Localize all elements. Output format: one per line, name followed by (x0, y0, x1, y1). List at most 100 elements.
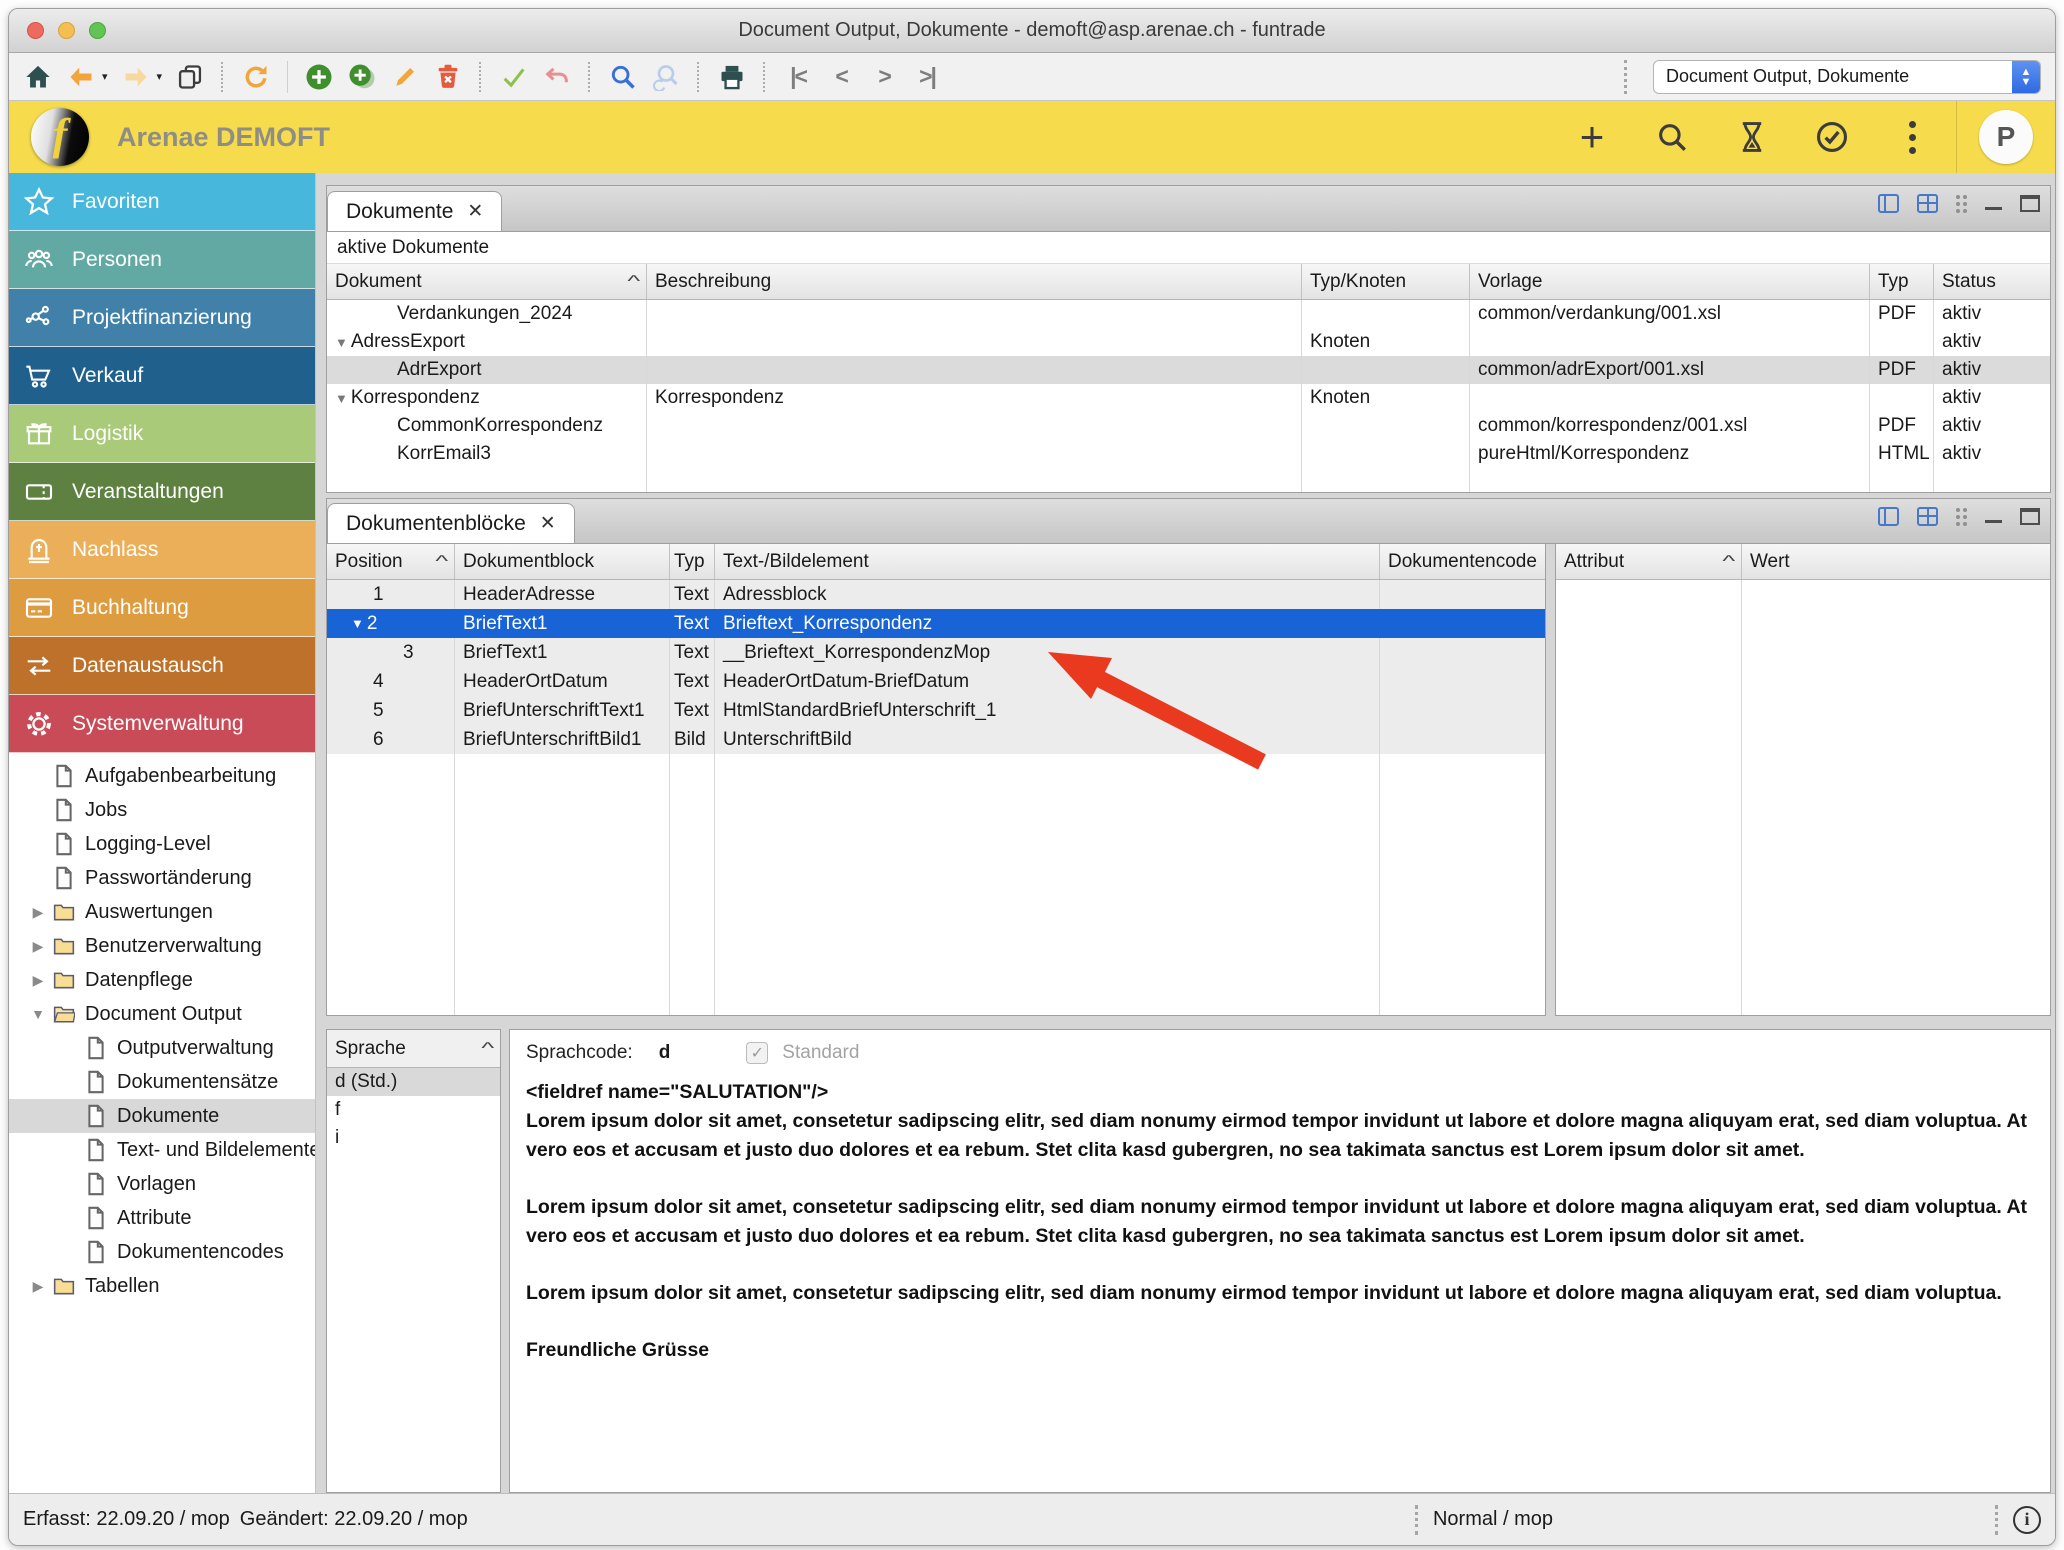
column-header-dokumentblock[interactable]: Dokumentblock (455, 544, 670, 579)
minimize-panel-icon[interactable] (1985, 207, 2002, 210)
expand-icon[interactable] (25, 1278, 51, 1295)
tree-item-vorlagen[interactable]: Vorlagen (9, 1167, 315, 1201)
edit-icon[interactable] (390, 62, 420, 92)
table-row[interactable]: 1HeaderAdresseTextAdressblock (327, 580, 1545, 609)
column-header-beschreibung[interactable]: Beschreibung (647, 264, 1302, 299)
sidebar-item-systemverwaltung[interactable]: Systemverwaltung (9, 695, 315, 753)
zoom-window-button[interactable] (89, 22, 106, 39)
table-row[interactable]: ▼KorrespondenzKorrespondenzKnotenaktiv (327, 384, 2050, 412)
tree-item-text-und-bildelemente[interactable]: Text- und Bildelemente (9, 1133, 315, 1167)
sidebar-item-veranstaltungen[interactable]: Veranstaltungen (9, 463, 315, 521)
standard-checkbox[interactable] (746, 1042, 768, 1064)
tab-dokumentenbloecke[interactable]: Dokumentenblöcke ✕ (327, 503, 575, 543)
sidebar-item-nachlass[interactable]: Nachlass (9, 521, 315, 579)
grid-pane-icon[interactable] (1917, 194, 1938, 213)
close-window-button[interactable] (27, 22, 44, 39)
undo-icon[interactable] (542, 62, 572, 92)
close-icon[interactable]: ✕ (540, 512, 556, 535)
sidebar-item-personen[interactable]: Personen (9, 231, 315, 289)
user-avatar[interactable]: P (1979, 110, 2033, 164)
confirm-icon[interactable] (499, 62, 529, 92)
column-header-vorlage[interactable]: Vorlage (1470, 264, 1870, 299)
appbar-search-icon[interactable] (1654, 119, 1690, 155)
table-row[interactable]: KorrEmail3pureHtml/KorrespondenzHTMLakti… (327, 440, 2050, 468)
delete-icon[interactable] (433, 62, 463, 92)
tree-item-document-output[interactable]: Document Output (9, 997, 315, 1031)
letter-text[interactable]: <fieldref name="SALUTATION"/> Lorem ipsu… (526, 1078, 2034, 1365)
grid-pane-icon[interactable] (1917, 507, 1938, 526)
statusbar-drag-handle[interactable] (1415, 1505, 1421, 1535)
last-record-icon[interactable]: >| (912, 62, 942, 92)
table-row[interactable]: CommonKorrespondenzcommon/korrespondenz/… (327, 412, 2050, 440)
close-icon[interactable]: ✕ (467, 200, 483, 223)
print-icon[interactable] (717, 62, 747, 92)
tree-item-logging-level[interactable]: Logging-Level (9, 827, 315, 861)
collapse-icon[interactable] (25, 1006, 51, 1022)
statusbar-drag-handle[interactable] (1995, 1505, 2001, 1535)
sidebar-item-projektfinanzierung[interactable]: Projektfinanzierung (9, 289, 315, 347)
table-row-selected[interactable]: ▼2BriefText1TextBrieftext_Korrespondenz (327, 609, 1545, 638)
column-header-dokumentencode[interactable]: Dokumentencode (1380, 544, 1545, 579)
select-stepper-icon[interactable]: ▲▼ (2012, 61, 2040, 93)
copy-icon[interactable] (175, 62, 205, 92)
expand-icon[interactable] (25, 972, 51, 989)
column-header-position[interactable]: Position^ (327, 544, 455, 579)
expand-icon[interactable] (25, 904, 51, 921)
table-row[interactable]: 5BriefUnterschriftText1TextHtmlStandardB… (327, 696, 1545, 725)
sidebar-item-favoriten[interactable]: Favoriten (9, 173, 315, 231)
forward-icon[interactable] (121, 62, 151, 92)
perspective-select[interactable]: Document Output, Dokumente ▲▼ (1653, 60, 2041, 94)
tree-item-attribute[interactable]: Attribute (9, 1201, 315, 1235)
search-again-icon[interactable] (651, 62, 681, 92)
duplicate-icon[interactable] (347, 62, 377, 92)
column-header-typ[interactable]: Typ (670, 544, 715, 579)
column-header-status[interactable]: Status (1934, 264, 2050, 299)
table-row[interactable]: 4HeaderOrtDatumTextHeaderOrtDatum-BriefD… (327, 667, 1545, 696)
collapse-icon[interactable]: ▼ (351, 616, 364, 631)
panel-options-icon[interactable] (1956, 195, 1967, 213)
table-row[interactable]: 3BriefText1Text__Brieftext_Korrespondenz… (327, 638, 1545, 667)
refresh-icon[interactable] (241, 62, 271, 92)
collapse-icon[interactable]: ▼ (335, 391, 348, 406)
language-row[interactable]: f (327, 1096, 500, 1124)
sidebar-item-datenaustausch[interactable]: Datenaustausch (9, 637, 315, 695)
language-row[interactable]: i (327, 1124, 500, 1152)
panel-splitter[interactable] (501, 1029, 509, 1493)
split-pane-icon[interactable] (1878, 194, 1899, 213)
tree-item-benutzerverwaltung[interactable]: Benutzerverwaltung (9, 929, 315, 963)
back-icon[interactable] (66, 62, 96, 92)
tree-item-tabellen[interactable]: Tabellen (9, 1269, 315, 1303)
first-record-icon[interactable]: |< (783, 62, 813, 92)
sidebar-item-verkauf[interactable]: Verkauf (9, 347, 315, 405)
more-options-icon[interactable] (1894, 119, 1930, 155)
collapse-icon[interactable]: ▼ (335, 335, 348, 350)
tree-item-passwortaenderung[interactable]: Passwortänderung (9, 861, 315, 895)
add-icon[interactable] (304, 62, 334, 92)
previous-record-icon[interactable]: < (826, 62, 856, 92)
tab-dokumente[interactable]: Dokumente ✕ (327, 191, 502, 231)
tree-item-dokumente[interactable]: Dokumente (9, 1099, 315, 1133)
appbar-add-icon[interactable]: + (1574, 119, 1610, 155)
tree-item-datenpflege[interactable]: Datenpflege (9, 963, 315, 997)
info-icon[interactable]: i (2013, 1506, 2041, 1534)
next-record-icon[interactable]: > (869, 62, 899, 92)
column-header-element[interactable]: Text-/Bildelement (715, 544, 1380, 579)
expand-icon[interactable] (25, 938, 51, 955)
table-row[interactable]: 6BriefUnterschriftBild1BildUnterschriftB… (327, 725, 1545, 754)
column-header-typ-knoten[interactable]: Typ/Knoten (1302, 264, 1470, 299)
table-row[interactable]: Verdankungen_2024common/verdankung/001.x… (327, 300, 2050, 328)
tree-item-outputverwaltung[interactable]: Outputverwaltung (9, 1031, 315, 1065)
minimize-window-button[interactable] (58, 22, 75, 39)
tree-item-dokumentencodes[interactable]: Dokumentencodes (9, 1235, 315, 1269)
column-header-wert[interactable]: Wert (1742, 544, 2050, 579)
home-icon[interactable] (23, 62, 53, 92)
tree-item-jobs[interactable]: Jobs (9, 793, 315, 827)
sidebar-item-buchhaltung[interactable]: Buchhaltung (9, 579, 315, 637)
table-row-selected[interactable]: AdrExportcommon/adrExport/001.xslPDFakti… (327, 356, 2050, 384)
column-header-attribut[interactable]: Attribut^ (1556, 544, 1742, 579)
tree-item-auswertungen[interactable]: Auswertungen (9, 895, 315, 929)
check-circle-icon[interactable] (1814, 119, 1850, 155)
panel-options-icon[interactable] (1956, 508, 1967, 526)
column-header-dokument[interactable]: Dokument^ (327, 264, 647, 299)
column-header-sprache[interactable]: Sprache^ (327, 1030, 500, 1068)
